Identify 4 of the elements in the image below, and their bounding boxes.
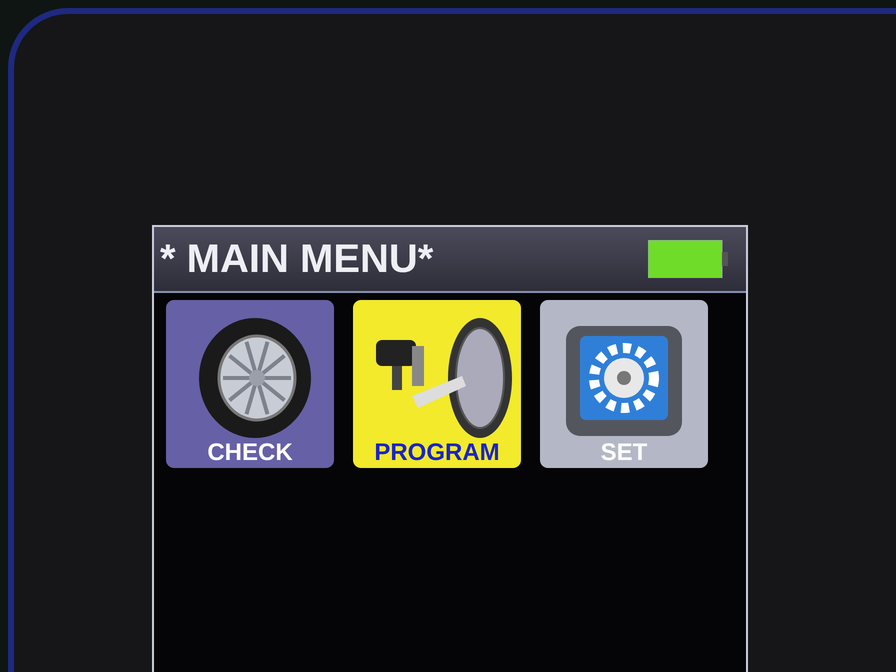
menu-tile[interactable]: CHECK bbox=[166, 300, 334, 468]
screen-title: * MAIN MENU* bbox=[160, 236, 434, 282]
battery-icon bbox=[648, 240, 728, 278]
menu-tile[interactable]: PROGRAM bbox=[353, 300, 521, 468]
